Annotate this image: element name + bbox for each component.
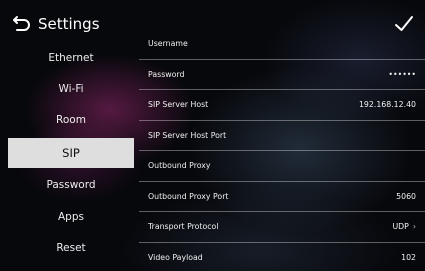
- sidebar-item-apps[interactable]: Apps: [8, 202, 134, 232]
- setting-value: 192.168.12.40: [358, 100, 416, 109]
- sidebar-item-sip[interactable]: SIP: [8, 138, 134, 168]
- setting-label: Username: [148, 39, 188, 48]
- setting-value: UDP: [392, 222, 409, 231]
- sidebar-item-label: Password: [46, 179, 96, 191]
- back-arrow-icon[interactable]: [12, 14, 32, 34]
- setting-row-username[interactable]: Username: [139, 34, 425, 59]
- sidebar-item-label: Ethernet: [48, 52, 94, 64]
- setting-value: 102: [401, 253, 416, 262]
- sidebar-item-password[interactable]: Password: [8, 170, 134, 200]
- page-title: Settings: [38, 15, 100, 33]
- setting-row-password[interactable]: Password ••••••: [139, 59, 425, 89]
- setting-label: Password: [148, 70, 185, 79]
- setting-row-sip-server-host[interactable]: SIP Server Host 192.168.12.40: [139, 89, 425, 119]
- sidebar-item-label: SIP: [62, 146, 80, 160]
- sidebar-item-reset[interactable]: Reset: [8, 233, 134, 263]
- sidebar-item-label: Wi-Fi: [58, 83, 84, 95]
- setting-label: Video Payload: [148, 253, 203, 262]
- sidebar-item-wifi[interactable]: Wi-Fi: [8, 74, 134, 104]
- setting-label: Transport Protocol: [148, 222, 219, 231]
- setting-row-video-payload[interactable]: Video Payload 102: [139, 242, 425, 271]
- setting-label: Outbound Proxy: [148, 161, 211, 170]
- setting-label: Outbound Proxy Port: [148, 192, 229, 201]
- setting-row-outbound-proxy[interactable]: Outbound Proxy: [139, 150, 425, 180]
- setting-row-outbound-proxy-port[interactable]: Outbound Proxy Port 5060: [139, 181, 425, 211]
- chevron-right-icon: ›: [412, 222, 416, 231]
- password-masked-value: ••••••: [388, 70, 416, 79]
- setting-label: SIP Server Host: [148, 100, 209, 109]
- setting-row-transport-protocol[interactable]: Transport Protocol UDP ›: [139, 211, 425, 241]
- checkmark-icon[interactable]: [393, 13, 415, 35]
- setting-label: SIP Server Host Port: [148, 131, 227, 140]
- sip-settings-list: Username Password •••••• SIP Server Host…: [139, 34, 425, 271]
- sidebar-item-label: Reset: [56, 242, 86, 254]
- setting-value: 5060: [396, 192, 416, 201]
- setting-row-sip-server-host-port[interactable]: SIP Server Host Port: [139, 120, 425, 150]
- sidebar-item-room[interactable]: Room: [8, 105, 134, 135]
- transport-protocol-select[interactable]: UDP ›: [392, 212, 416, 242]
- settings-sidebar: Ethernet Wi-Fi Room SIP Password Apps Re…: [0, 40, 140, 271]
- sidebar-item-label: Room: [56, 114, 86, 126]
- sidebar-item-label: Apps: [58, 211, 84, 223]
- sidebar-item-ethernet[interactable]: Ethernet: [8, 43, 134, 73]
